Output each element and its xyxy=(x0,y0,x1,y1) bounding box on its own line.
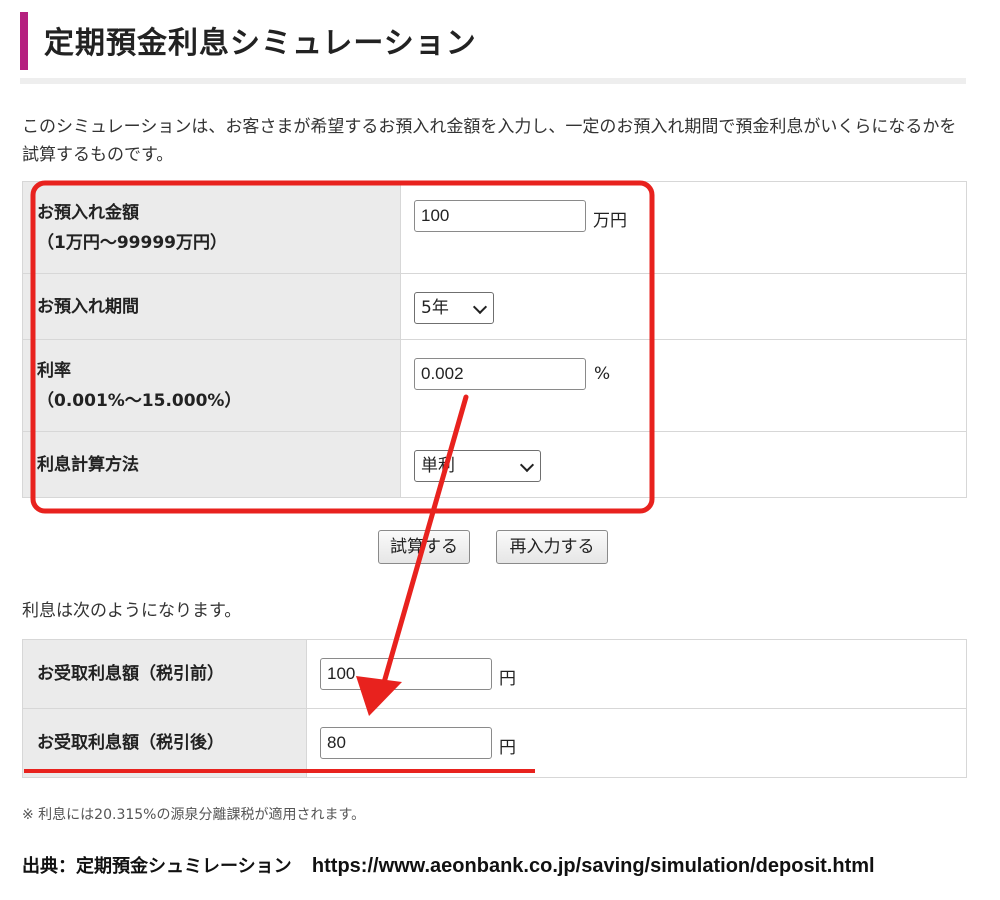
form-row-amount: お預入れ金額 （1万円～99999万円） 100 万円 xyxy=(22,181,967,274)
result-row-after-tax: お受取利息額（税引後） 80 円 xyxy=(22,708,967,778)
before-tax-label: お受取利息額（税引前） xyxy=(22,639,307,709)
method-label: 利息計算方法 xyxy=(37,454,139,475)
form-row-period: お預入れ期間 5年 xyxy=(22,273,967,340)
form-row-method: 利息計算方法 単利 xyxy=(22,431,967,498)
period-label: お預入れ期間 xyxy=(37,296,139,317)
source-url: https://www.aeonbank.co.jp/saving/simula… xyxy=(311,855,875,877)
rate-label-cell: 利率 （0.001%～15.000%） xyxy=(22,339,401,432)
amount-input[interactable]: 100 xyxy=(414,200,586,232)
source-label: 出典：定期預金シュミレーション xyxy=(22,856,292,877)
tax-note: ※ 利息には20.315%の源泉分離課税が適用されます。 xyxy=(22,807,366,823)
reset-button[interactable]: 再入力する xyxy=(496,530,608,564)
method-label-cell: 利息計算方法 xyxy=(22,431,401,498)
source-citation: 出典：定期預金シュミレーション https://www.aeonbank.co.… xyxy=(22,852,875,878)
title-accent-bar xyxy=(20,12,28,70)
after-tax-label: お受取利息額（税引後） xyxy=(22,708,307,778)
title-divider xyxy=(20,78,966,84)
result-table: お受取利息額（税引前） 100 円 お受取利息額（税引後） 80 円 xyxy=(22,639,967,778)
period-selected-value: 5年 xyxy=(421,298,449,318)
amount-range-label: （1万円～99999万円） xyxy=(37,232,227,253)
amount-value-cell: 100 万円 xyxy=(400,181,967,274)
rate-input[interactable]: 0.002 xyxy=(414,358,586,390)
period-label-cell: お預入れ期間 xyxy=(22,273,401,340)
intro-text: このシミュレーションは、お客さまが希望するお預入れ金額を入力し、一定のお預入れ期… xyxy=(22,117,957,165)
method-select[interactable]: 単利 xyxy=(414,450,541,482)
before-tax-value-cell: 100 円 xyxy=(306,639,967,709)
rate-label: 利率 xyxy=(37,360,71,381)
after-tax-unit: 円 xyxy=(499,738,516,758)
page-header: 定期預金利息シミュレーション xyxy=(20,10,966,70)
before-tax-unit: 円 xyxy=(499,669,516,689)
before-tax-output: 100 xyxy=(320,658,492,690)
chevron-down-icon xyxy=(472,299,488,315)
after-tax-value-cell: 80 円 xyxy=(306,708,967,778)
amount-unit: 万円 xyxy=(593,211,627,231)
rate-value-cell: 0.002 % xyxy=(400,339,967,432)
amount-label-cell: お預入れ金額 （1万円～99999万円） xyxy=(22,181,401,274)
period-value-cell: 5年 xyxy=(400,273,967,340)
amount-label: お預入れ金額 xyxy=(37,202,139,223)
result-intro-text: 利息は次のようになります。 xyxy=(22,601,242,621)
method-value-cell: 単利 xyxy=(400,431,967,498)
simulation-form: お預入れ金額 （1万円～99999万円） 100 万円 お預入れ期間 5年 利率… xyxy=(22,181,967,498)
calculate-button[interactable]: 試算する xyxy=(378,530,470,564)
chevron-down-icon xyxy=(519,457,535,473)
result-row-before-tax: お受取利息額（税引前） 100 円 xyxy=(22,639,967,709)
rate-range-label: （0.001%～15.000%） xyxy=(37,390,242,411)
period-select[interactable]: 5年 xyxy=(414,292,494,324)
after-tax-output: 80 xyxy=(320,727,492,759)
form-row-rate: 利率 （0.001%～15.000%） 0.002 % xyxy=(22,339,967,432)
method-selected-value: 単利 xyxy=(421,456,455,476)
page-title: 定期預金利息シミュレーション xyxy=(44,26,477,61)
rate-unit: % xyxy=(594,364,611,384)
